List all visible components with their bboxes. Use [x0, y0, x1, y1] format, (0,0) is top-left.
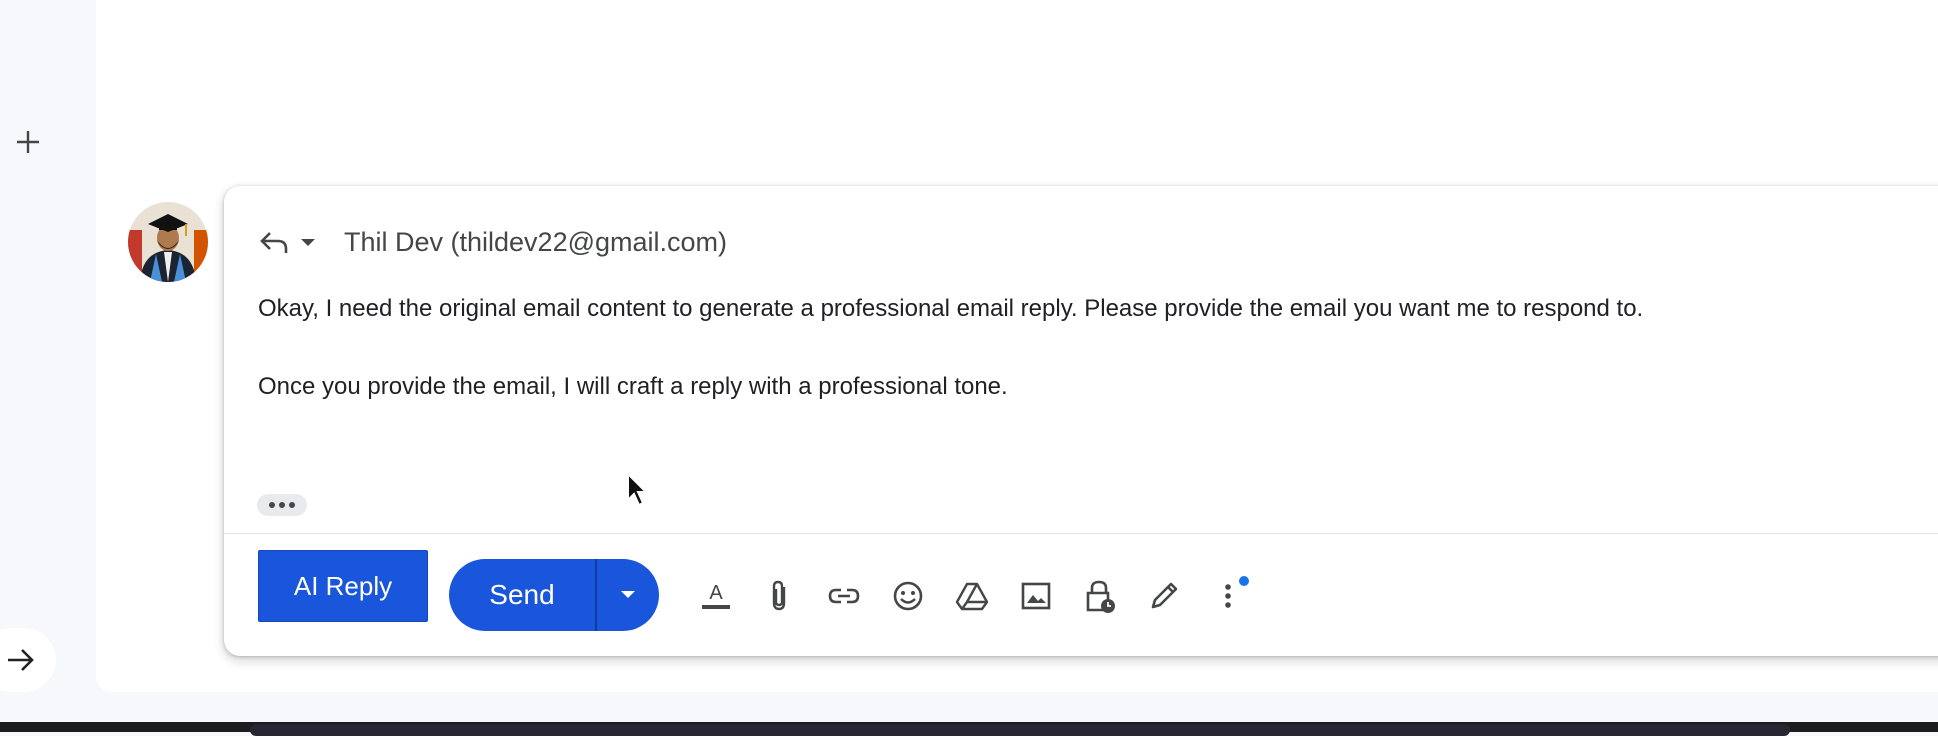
body-paragraph: Okay, I need the original email content …: [258, 295, 1644, 322]
user-avatar-image: [128, 202, 208, 282]
caret-down-icon: [301, 239, 315, 246]
insert-emoji-button[interactable]: [876, 564, 940, 628]
insert-signature-button[interactable]: [1132, 564, 1196, 628]
mouse-cursor-icon: [627, 472, 649, 507]
new-item-button[interactable]: [10, 124, 46, 160]
ai-reply-button[interactable]: AI Reply: [258, 550, 428, 622]
more-options-button[interactable]: [1196, 564, 1260, 628]
message-body[interactable]: Okay, I need the original email content …: [258, 294, 1938, 402]
attach-file-icon: [772, 580, 786, 611]
insert-from-drive-button[interactable]: [940, 564, 1004, 628]
send-button[interactable]: Send: [449, 559, 595, 631]
arrow-right-icon: [8, 649, 34, 671]
toolbar-divider: [224, 533, 1938, 534]
expand-button[interactable]: [0, 628, 56, 692]
recipient-field[interactable]: Thil Dev (thildev22@gmail.com): [344, 227, 727, 258]
attach-file-button[interactable]: [748, 564, 812, 628]
confidential-mode-button[interactable]: [1068, 564, 1132, 628]
left-rail: [0, 0, 96, 700]
caret-down-icon: [621, 591, 635, 598]
svg-text:A: A: [709, 582, 723, 604]
insert-emoji-icon: [893, 581, 923, 611]
insert-photo-button[interactable]: [1004, 564, 1068, 628]
more-send-options-button[interactable]: [597, 559, 659, 631]
plus-icon: [17, 131, 39, 153]
formatting-options-button[interactable]: A: [684, 564, 748, 628]
body-paragraph: Once you provide the email, I will craft…: [258, 373, 1008, 400]
insert-photo-icon: [1021, 582, 1051, 610]
show-trimmed-content-button[interactable]: [257, 494, 307, 516]
send-button-group: Send: [449, 559, 659, 631]
reply-header: Thil Dev (thildev22@gmail.com): [258, 220, 727, 264]
reply-compose-card: Thil Dev (thildev22@gmail.com) Okay, I n…: [224, 186, 1938, 656]
confidential-mode-icon: [1086, 580, 1115, 613]
ellipsis-icon: [269, 502, 295, 508]
avatar[interactable]: [128, 202, 208, 282]
dock-edge-inner: [250, 724, 1790, 736]
formatting-options-icon: A: [702, 582, 730, 609]
reply-type-button[interactable]: [258, 229, 322, 255]
dock-edge: [0, 722, 1938, 736]
signature-icon: [1151, 582, 1178, 609]
notification-dot: [1239, 576, 1249, 586]
reply-icon: [260, 232, 288, 253]
google-drive-icon: [955, 582, 989, 611]
formatting-toolbar: A: [684, 564, 1260, 628]
insert-link-icon: [828, 588, 860, 604]
insert-link-button[interactable]: [812, 564, 876, 628]
